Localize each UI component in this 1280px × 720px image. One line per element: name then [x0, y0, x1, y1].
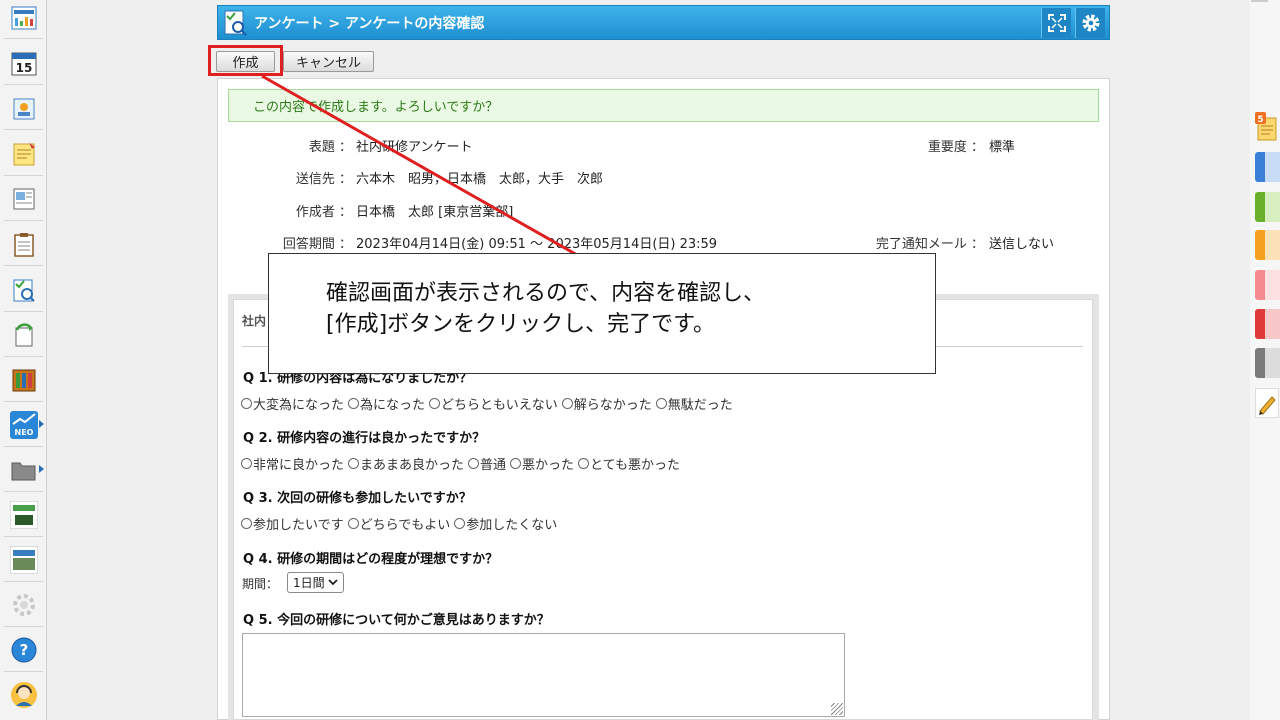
callout-line-2: [作成]ボタンをクリックし、完了です。	[326, 312, 715, 337]
instruction-callout: 確認画面が表示されるので、内容を確認し、 [作成]ボタンをクリックし、完了です。	[268, 253, 936, 374]
callout-line-1: 確認画面が表示されるので、内容を確認し、	[326, 281, 766, 306]
